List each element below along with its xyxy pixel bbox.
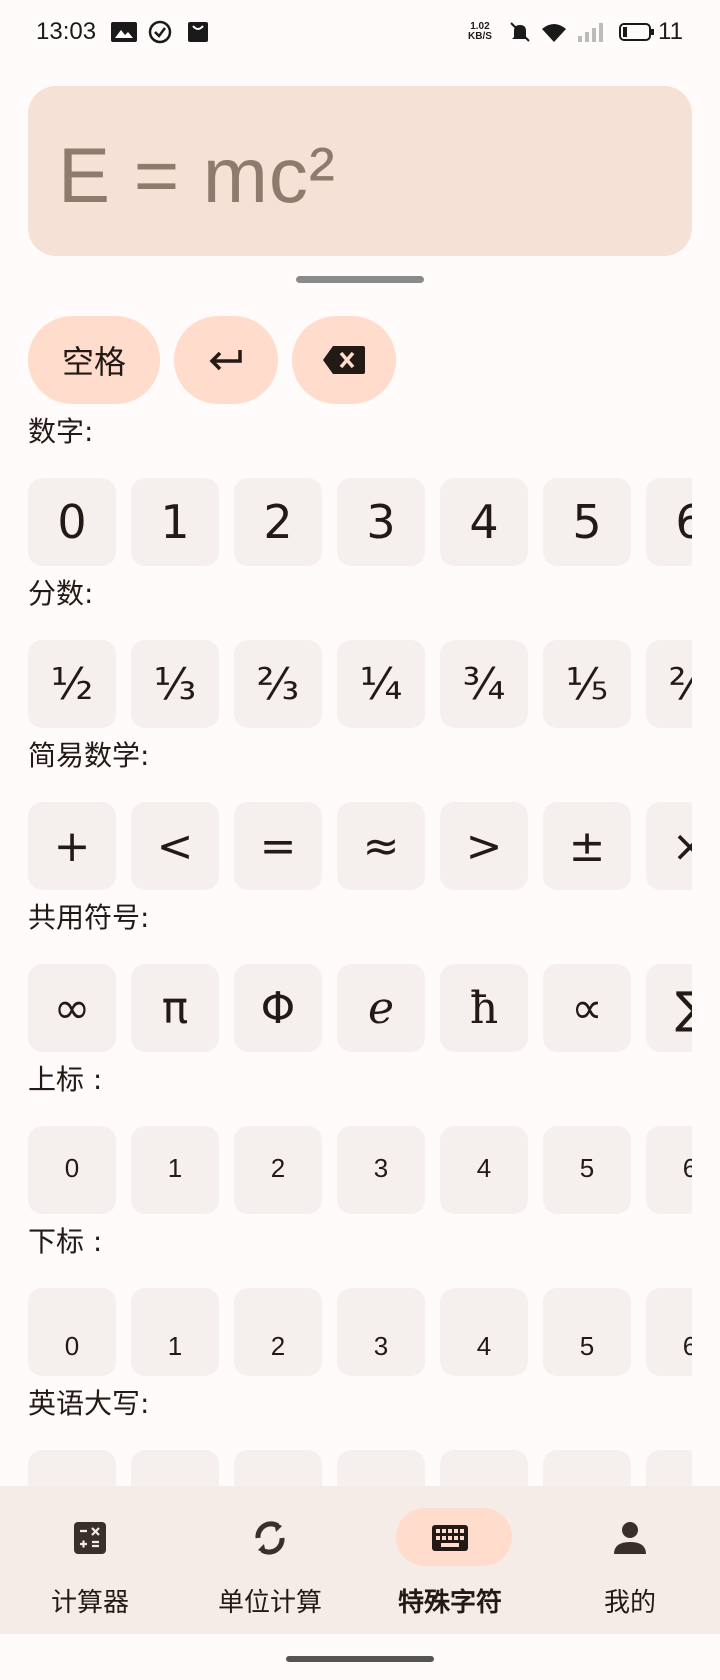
signal-icon [578,23,603,42]
nav-item-special-characters[interactable]: 特殊字符 [360,1486,540,1634]
char-key[interactable]: ⅕ [543,640,631,728]
char-key[interactable]: = [234,802,322,890]
char-key[interactable]: ≈ [337,802,425,890]
key-row: ∞ π Φ e ħ ∝ ∑ [28,964,692,1054]
calculator-icon [74,1522,106,1554]
gallery-icon [111,22,137,42]
char-key[interactable]: 6 [646,478,692,566]
char-key[interactable]: 3 [337,1288,425,1376]
mute-bell-icon [510,22,530,42]
net-speed: 1.02 KB/S [468,21,492,42]
char-key[interactable]: ∑ [646,964,692,1052]
char-key[interactable]: 2 [234,478,322,566]
drag-handle[interactable] [296,276,424,283]
char-key[interactable] [543,1450,631,1486]
keyboard-icon [432,1525,468,1551]
section-title: 下标 : [28,1225,103,1258]
char-key[interactable]: e [337,964,425,1052]
nav-item-calculator[interactable]: 计算器 [0,1486,180,1634]
status-time: 13:03 [36,18,97,45]
char-key[interactable]: 6 [646,1126,692,1214]
char-key[interactable]: Φ [234,964,322,1052]
section-title: 上标 : [28,1063,103,1096]
space-button[interactable]: 空格 [28,316,160,404]
wifi-icon [542,24,566,42]
char-key[interactable]: 4 [440,1126,528,1214]
char-key[interactable]: ± [543,802,631,890]
char-key[interactable]: 0 [28,1288,116,1376]
backspace-icon [323,346,365,374]
character-list[interactable]: 数字: 0 1 2 3 4 5 6 分数: ½ ⅓ ⅔ ¼ ¾ ⅕ ⅖ 简易数学… [0,410,720,1486]
section-title: 数字: [28,415,94,448]
char-key[interactable]: 5 [543,1126,631,1214]
char-key[interactable]: ¼ [337,640,425,728]
char-key[interactable]: × [646,802,692,890]
bottom-navigation: 计算器 单位计算 特殊字符 我的 [0,1486,720,1634]
char-key[interactable]: 5 [543,478,631,566]
char-key[interactable]: π [131,964,219,1052]
char-key[interactable]: 2 [234,1126,322,1214]
enter-icon [209,350,242,371]
display-text: E = mc² [58,131,336,219]
char-key[interactable]: 3 [337,478,425,566]
key-row: ½ ⅓ ⅔ ¼ ¾ ⅕ ⅖ [28,640,692,730]
char-key[interactable]: 1 [131,478,219,566]
key-row: 0 1 2 3 4 5 6 [28,1288,692,1378]
char-key[interactable]: ħ [440,964,528,1052]
char-key[interactable]: ⅔ [234,640,322,728]
char-key[interactable]: < [131,802,219,890]
char-key[interactable]: ∝ [543,964,631,1052]
char-key[interactable] [131,1450,219,1486]
char-key[interactable] [234,1450,322,1486]
nav-label: 特殊字符 [397,1588,502,1618]
nav-label: 单位计算 [217,1588,322,1618]
char-key[interactable]: 3 [337,1126,425,1214]
battery-level: 11 [658,18,683,45]
section-title: 共用符号: [28,901,150,934]
formula-display[interactable]: E = mc² [28,86,692,256]
char-key[interactable]: 5 [543,1288,631,1376]
key-row: + < = ≈ > ± × [28,802,692,892]
nav-item-profile[interactable]: 我的 [540,1486,720,1634]
backspace-button[interactable] [292,316,396,404]
char-key[interactable]: 6 [646,1288,692,1376]
char-key[interactable]: 4 [440,478,528,566]
key-row [28,1450,692,1486]
nav-label: 我的 [603,1588,656,1618]
status-bar: 13:03 1.02 KB/S 11 [0,0,720,70]
char-key[interactable]: 4 [440,1288,528,1376]
nav-item-unit-conversion[interactable]: 单位计算 [180,1486,360,1634]
char-key[interactable]: 1 [131,1126,219,1214]
section-title: 分数: [28,577,94,610]
char-key[interactable]: 2 [234,1288,322,1376]
char-key[interactable]: > [440,802,528,890]
check-circle-icon [148,20,172,44]
char-key[interactable]: 1 [131,1288,219,1376]
person-icon [614,1522,646,1554]
char-key[interactable]: ⅓ [131,640,219,728]
battery-icon [619,23,654,41]
char-key[interactable]: ¾ [440,640,528,728]
char-key[interactable]: ∞ [28,964,116,1052]
bag-icon [188,22,208,42]
nav-label: 计算器 [50,1588,129,1618]
char-key[interactable] [28,1450,116,1486]
char-key[interactable]: 0 [28,478,116,566]
home-indicator[interactable] [286,1656,434,1662]
convert-icon [255,1521,285,1555]
key-row: 0 1 2 3 4 5 6 [28,478,692,568]
char-key[interactable]: 0 [28,1126,116,1214]
char-key[interactable] [337,1450,425,1486]
enter-button[interactable] [174,316,278,404]
key-row: 0 1 2 3 4 5 6 [28,1126,692,1216]
section-title: 英语大写: [28,1387,150,1420]
section-title: 简易数学: [28,739,150,772]
char-key[interactable] [440,1450,528,1486]
char-key[interactable] [646,1450,692,1486]
char-key[interactable]: + [28,802,116,890]
char-key[interactable]: ⅖ [646,640,692,728]
space-label: 空格 [61,343,126,381]
char-key[interactable]: ½ [28,640,116,728]
